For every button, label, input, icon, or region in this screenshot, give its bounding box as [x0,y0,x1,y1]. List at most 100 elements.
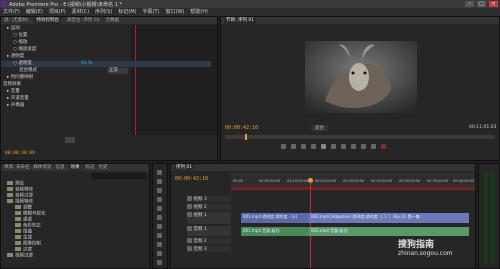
effects-search-input[interactable] [91,173,146,179]
list-item[interactable]: 视频过渡 [1,253,33,259]
ruler-tick: 00:15:00:00 [315,179,337,183]
audio-clip-001[interactable]: 001.mp4 音量:级别 [241,227,309,236]
track-header-audio2[interactable]: 音频 2 [187,238,231,244]
tab-project[interactable]: 项目: 未命名 [4,164,29,171]
tab-program[interactable]: 节目: 序列 01 [224,17,257,24]
audio-clip-002[interactable]: 002.mp4 音量:级别 [309,227,469,236]
tab-metadata[interactable]: 元数据 [106,17,120,24]
menu-title[interactable]: 字幕(T) [142,8,159,16]
effect-controls-panel: 源: (无素材) 特效控制台 调音台: 序列 01 元数据 ▸ 运动 ○ 位置 … [0,16,218,161]
eye-icon[interactable] [187,204,192,209]
menu-clip[interactable]: 素材(C) [72,8,89,16]
time-ruler[interactable]: 00:00 00:05:00:00 00:10:00:00 00:15:00:0… [231,173,475,187]
program-monitor: 节目: 序列 01 00:00:42:10 适合 00:11:01:03 [220,16,500,161]
video-clip-002[interactable]: 002.mp4 [Adaptive] 透明度:透明度 · [ 1 ] 《Ep.2… [309,213,469,223]
step-back-icon[interactable] [311,144,316,149]
slip-tool-icon[interactable] [157,224,162,229]
effect-row[interactable]: ▸ 声道音量 [1,96,29,102]
keyframe-area[interactable] [131,25,217,135]
effect-row[interactable]: 混合模式 正常 [1,68,128,74]
menu-window[interactable]: 窗口(W) [165,8,184,16]
effect-row[interactable]: ▸ 运动 [1,26,20,32]
track-header-video2[interactable]: 视频 2 [187,204,231,210]
effect-row[interactable]: ▸ 声像器 [1,103,24,109]
menu-project[interactable]: 项目(P) [49,8,66,16]
rolling-edit-tool-icon[interactable] [157,197,162,202]
watermark-url: zhinan.sogou.com [398,250,453,257]
scroll-handle[interactable] [65,137,75,143]
ruler-tick: 00:10:00:00 [287,179,309,183]
video-frame [305,41,417,113]
effect-row[interactable]: ○ 缩放宽度 [1,47,36,53]
track-header-video1[interactable]: 视频 1 [187,212,231,224]
mark-out-icon[interactable] [291,144,296,149]
tab-markers[interactable]: 标记 [85,164,94,171]
selection-tool-icon[interactable] [157,170,162,175]
slide-tool-icon[interactable] [157,233,162,238]
eye-icon[interactable] [187,196,192,201]
pen-tool-icon[interactable] [157,242,162,247]
eye-icon[interactable] [187,212,192,217]
watermark-title: 搜狗指南 [398,240,435,250]
ruler-tick: 00:30:00:00 [399,179,421,183]
speaker-icon[interactable] [187,226,192,231]
settings-icon[interactable] [381,144,386,149]
lift-icon[interactable] [351,144,356,149]
track-header-audio1[interactable]: 音频 1 [187,226,231,236]
razor-tool-icon[interactable] [157,215,162,220]
window-title: Adobe Premiere Pro - E:\视频\小视频\未命名 1 * [9,2,122,8]
speaker-icon[interactable] [187,238,192,243]
step-forward-icon[interactable] [331,144,336,149]
effect-row[interactable]: ▸ 时间重映射 [1,75,33,81]
minimize-button[interactable]: – [465,1,474,7]
tab-history[interactable]: 历史 [98,164,107,171]
speaker-icon[interactable] [187,246,192,251]
opacity-value[interactable]: 63 % [81,61,92,67]
go-to-in-icon[interactable] [301,144,306,149]
close-button[interactable]: × [489,1,498,7]
work-area-bar[interactable] [231,187,475,190]
timeline-playhead-line [310,182,311,268]
extract-icon[interactable] [361,144,366,149]
menu-file[interactable]: 文件(F) [3,8,20,16]
tab-effect-controls[interactable]: 特效控制台 [34,17,61,24]
track-select-tool-icon[interactable] [157,179,162,184]
ruler-tick: 00:25:00:00 [371,179,393,183]
tab-audio-mixer[interactable]: 调音台: 序列 01 [67,17,100,24]
menu-edit[interactable]: 编辑(E) [26,8,43,16]
timeline-current-time[interactable]: 00:00:42:10 [175,176,208,182]
menu-marker[interactable]: 标记(M) [118,8,136,16]
play-icon[interactable] [321,144,326,149]
track-header-audio3[interactable]: 音频 3 [187,246,231,252]
hand-tool-icon[interactable] [157,251,162,256]
effect-row[interactable]: ○ 缩放 [1,40,27,46]
mark-in-icon[interactable] [281,144,286,149]
tab-effects[interactable]: 效果 [68,164,82,171]
maximize-button[interactable]: □ [477,1,486,7]
fit-select[interactable]: 适合 [311,125,328,131]
program-current-time[interactable]: 00:00:42:10 [225,125,258,131]
video-clip-001[interactable]: 001.mp4 透明度:透明度 · [a] [241,213,309,223]
effect-row[interactable]: ○ 位置 [1,33,27,39]
effect-row[interactable]: ▸ 音量 [1,89,20,95]
menu-help[interactable]: 帮助(H) [190,8,208,16]
go-to-out-icon[interactable] [341,144,346,149]
blend-mode-select[interactable]: 正常 [107,68,128,74]
opacity-row[interactable]: ○ 透明度 63 % [1,61,211,67]
tab-sequence[interactable]: 序列 01 [174,164,195,171]
menu-sequence[interactable]: 序列(S) [95,8,112,16]
tab-media-browser[interactable]: 媒体浏览 [33,164,51,171]
track-header-video3[interactable]: 视频 3 [187,196,231,202]
program-playhead[interactable] [245,134,247,140]
effect-controls-time[interactable]: 00:00:38:09 [1,151,35,157]
rate-stretch-tool-icon[interactable] [157,206,162,211]
effect-row[interactable]: ▸ 透明度 [1,54,24,60]
ripple-edit-tool-icon[interactable] [157,188,162,193]
program-scrubber[interactable] [225,134,495,140]
export-frame-icon[interactable] [371,144,376,149]
zoom-tool-icon[interactable] [157,260,162,265]
program-duration: 00:11:01:03 [469,125,497,130]
tab-info[interactable]: 信息 [55,164,64,171]
tab-source[interactable]: 源: (无素材) [4,17,28,24]
ruler-tick: 00:40:00:00 [453,179,475,183]
